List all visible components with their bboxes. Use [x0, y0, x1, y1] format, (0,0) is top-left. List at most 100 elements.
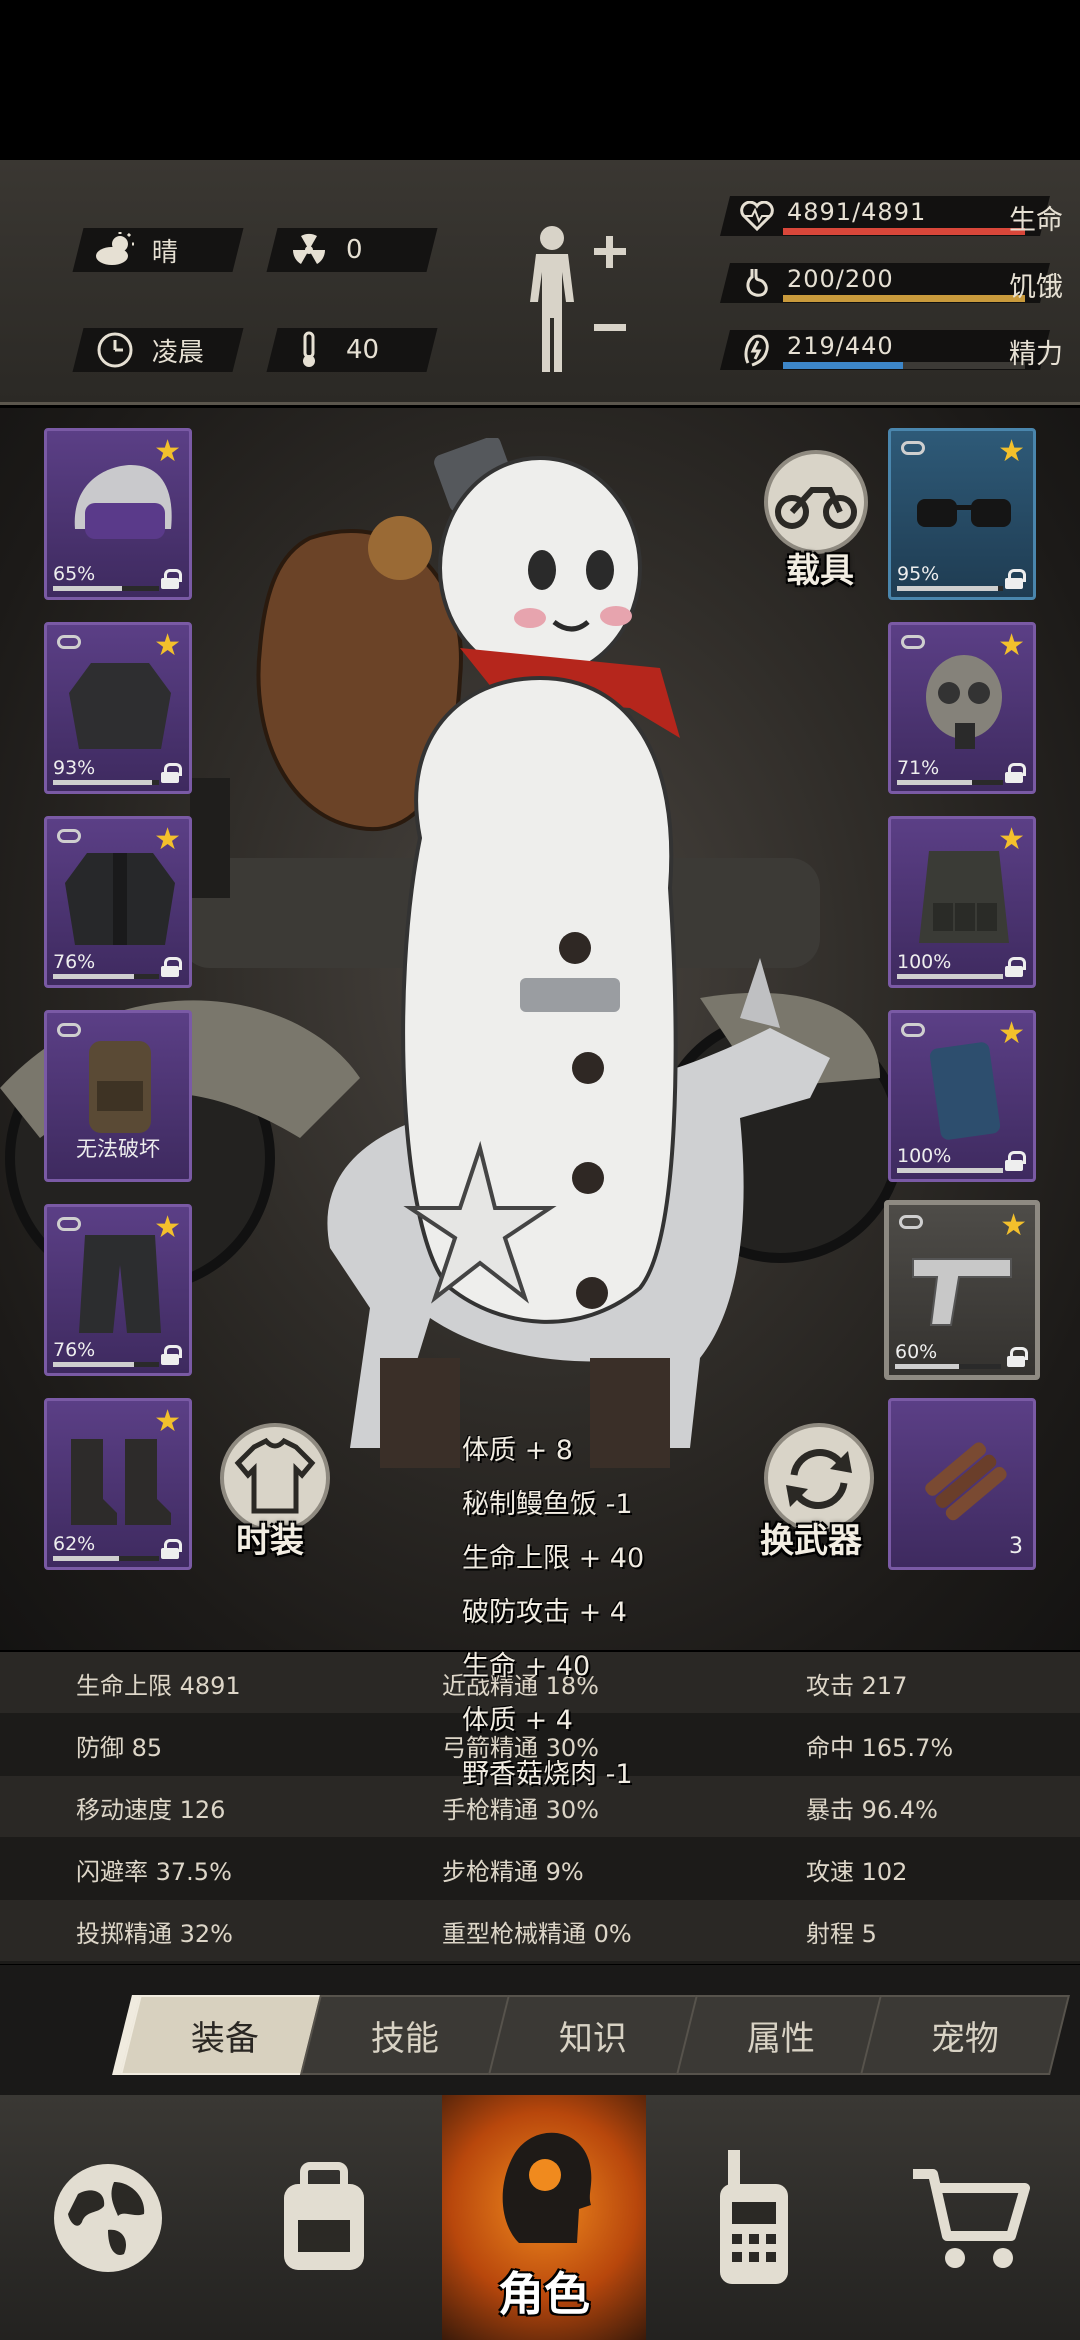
- radiation-icon: [286, 230, 332, 270]
- stat-cell: 命中 165.7%: [806, 1734, 954, 1762]
- stat-cell: 攻速 102: [806, 1858, 908, 1886]
- thermometer-icon: [286, 330, 332, 370]
- snowman-character-art: [380, 438, 680, 1468]
- slot-coat[interactable]: ★ 76%: [44, 816, 192, 988]
- cargo-pants-icon: [79, 1235, 161, 1333]
- durability-text: 65%: [53, 563, 96, 585]
- lock-icon: [1005, 1151, 1026, 1171]
- star-icon: ★: [998, 628, 1025, 663]
- star-icon: ★: [998, 1016, 1025, 1051]
- lock-icon: [161, 957, 182, 977]
- floating-effect-text: 生命 + 40: [462, 1651, 591, 1682]
- star-icon: ★: [1000, 1208, 1027, 1243]
- tab-knowledge[interactable]: 知识: [488, 1995, 698, 2075]
- time-chip[interactable]: 凌晨: [72, 328, 244, 372]
- durability-text: 100%: [897, 1145, 952, 1167]
- tactical-vest-icon: [919, 851, 1009, 943]
- tab-pets[interactable]: 宠物: [860, 1995, 1070, 2075]
- bottom-nav: 角色: [0, 2095, 1080, 2340]
- durability-text: 60%: [895, 1341, 938, 1363]
- lock-icon: [1005, 957, 1026, 977]
- star-icon: ★: [154, 1404, 181, 1439]
- lock-icon: [1005, 569, 1026, 589]
- tab-label: 宠物: [931, 2018, 999, 2059]
- health-bar: 4891/4891 生命: [720, 190, 1065, 240]
- durability-bar: [897, 586, 1003, 591]
- slot-weapon[interactable]: ★ 60%: [884, 1200, 1040, 1380]
- lock-icon: [1005, 763, 1026, 783]
- health-fill: [783, 228, 1025, 235]
- stat-cell: 步枪精通 9%: [442, 1858, 584, 1886]
- stat-row: 投掷精通 32% 重型枪械精通 0% 射程 5: [0, 1900, 1080, 1961]
- slot-throwable[interactable]: 3: [888, 1398, 1036, 1570]
- durability-text: 76%: [53, 1339, 96, 1361]
- clock-icon: [92, 330, 138, 370]
- tab-attributes[interactable]: 属性: [676, 1995, 886, 2075]
- floating-effect-text: 破防攻击 + 4: [462, 1597, 627, 1628]
- time-of-day-text: 凌晨: [152, 337, 205, 368]
- temperature-value: 40: [346, 335, 380, 365]
- star-icon: ★: [998, 822, 1025, 857]
- durability-bar: [897, 1168, 1003, 1173]
- floating-effect-text: 生命上限 + 40: [462, 1543, 645, 1574]
- floating-effect-text: 野香菇烧肉 -1: [462, 1759, 633, 1790]
- tab-label: 知识: [559, 2018, 627, 2059]
- slot-mask[interactable]: ★ 71%: [888, 622, 1036, 794]
- stat-cell: 投掷精通 32%: [76, 1920, 233, 1948]
- weather-chip[interactable]: 晴: [72, 228, 244, 272]
- nav-shop[interactable]: [864, 2095, 1080, 2340]
- nav-map[interactable]: [0, 2095, 216, 2340]
- tab-equipment[interactable]: 装备: [120, 1995, 330, 2075]
- stat-row: 闪避率 37.5% 步枪精通 9% 攻速 102: [0, 1838, 1080, 1899]
- body-status-figure[interactable]: [522, 222, 632, 382]
- item-count: 3: [1009, 1534, 1023, 1559]
- stomach-icon: [737, 263, 777, 303]
- dynamite-icon: [925, 1442, 1007, 1521]
- slot-top[interactable]: ★ 93%: [44, 622, 192, 794]
- hunger-label: 饥饿: [1009, 272, 1063, 303]
- slot-boots[interactable]: ★ 62%: [44, 1398, 192, 1570]
- nav-inventory[interactable]: [216, 2095, 432, 2340]
- slot-vest[interactable]: ★ 100%: [888, 816, 1036, 988]
- nav-character-label: 角色: [498, 2267, 590, 2321]
- motorcycle-icon: [775, 487, 857, 529]
- stat-cell: 射程 5: [806, 1920, 877, 1948]
- durability-bar: [53, 1362, 159, 1367]
- star-icon: ★: [154, 628, 181, 663]
- vehicle-label[interactable]: 载具: [786, 543, 854, 592]
- weather-sun-cloud-icon: [92, 230, 138, 270]
- top-safe-area: [0, 0, 1080, 160]
- fashion-label[interactable]: 时装: [236, 1513, 304, 1562]
- durability-text: 95%: [897, 563, 940, 585]
- nav-radio[interactable]: [646, 2095, 862, 2340]
- boots-icon: [71, 1439, 171, 1525]
- slot-shield[interactable]: ★ 100%: [888, 1010, 1036, 1182]
- switch-weapon-label[interactable]: 换武器: [760, 1513, 862, 1562]
- vehicle-button[interactable]: [764, 450, 868, 554]
- riot-shield-icon: [929, 1042, 1001, 1140]
- stat-cell: 防御 85: [76, 1734, 163, 1762]
- energy-icon: [737, 330, 777, 370]
- durability-text: 76%: [53, 951, 96, 973]
- shopping-cart-icon: [913, 2168, 1030, 2268]
- durability-text: 62%: [53, 1533, 96, 1555]
- hunger-value: 200/200: [787, 265, 894, 293]
- nav-character[interactable]: 角色: [442, 2095, 646, 2340]
- durability-bar: [895, 1364, 1001, 1369]
- backpack-icon: [284, 2161, 364, 2270]
- tab-label: 装备: [191, 2018, 259, 2059]
- slot-helmet[interactable]: ★ 65%: [44, 428, 192, 600]
- slot-glasses[interactable]: ★ 95%: [888, 428, 1036, 600]
- lock-icon: [161, 569, 182, 589]
- lock-icon: [1007, 1347, 1028, 1367]
- energy-fill: [783, 362, 904, 369]
- slot-backpack[interactable]: 无法破坏: [44, 1010, 192, 1182]
- radiation-chip[interactable]: 0: [266, 228, 438, 272]
- slot-pants[interactable]: ★ 76%: [44, 1204, 192, 1376]
- stat-cell: 重型枪械精通 0%: [442, 1920, 632, 1948]
- walkie-talkie-icon: [720, 2149, 788, 2284]
- tab-skills[interactable]: 技能: [300, 1995, 510, 2075]
- energy-value: 219/440: [787, 332, 894, 360]
- temperature-chip[interactable]: 40: [266, 328, 438, 372]
- stat-cell: 闪避率 37.5%: [76, 1858, 232, 1886]
